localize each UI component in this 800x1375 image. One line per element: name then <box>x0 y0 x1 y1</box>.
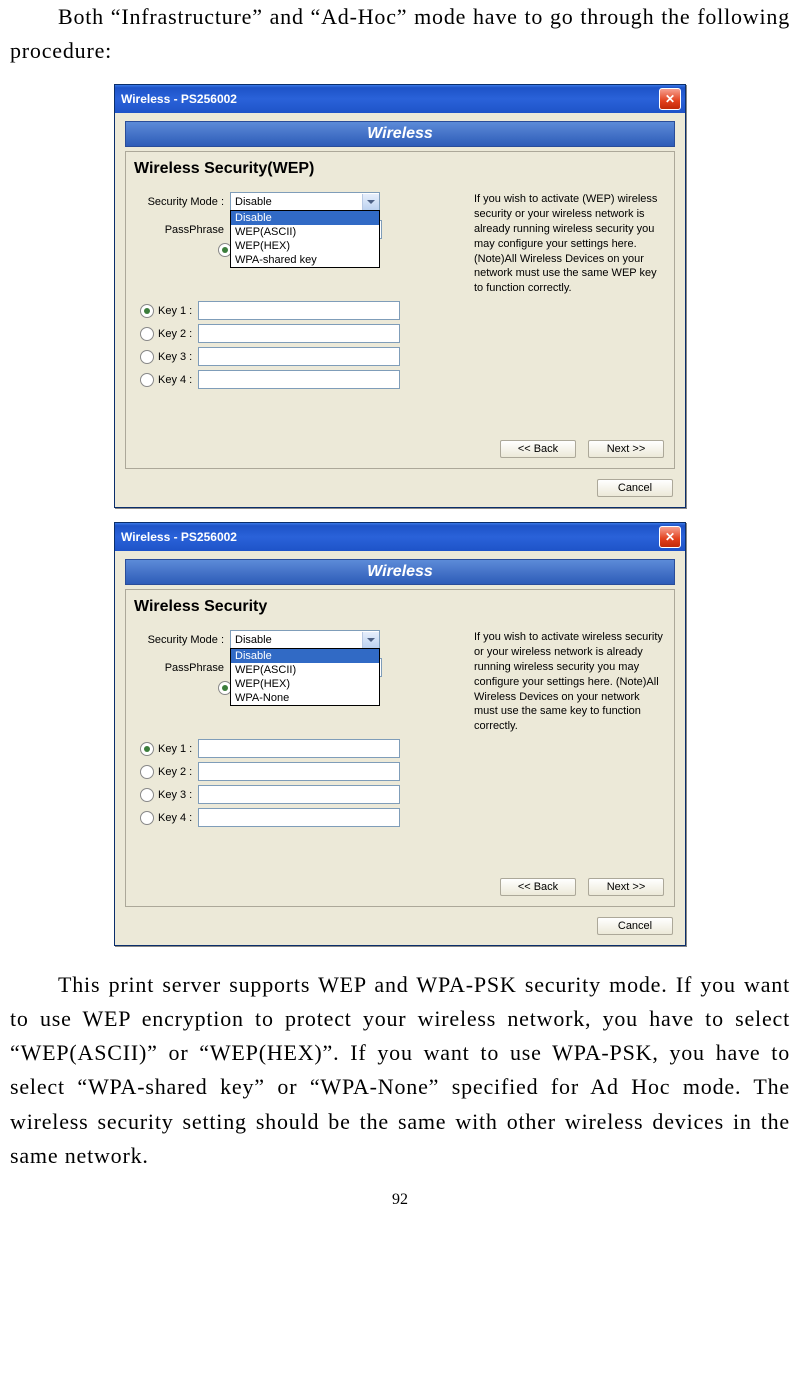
next-button[interactable]: Next >> <box>588 878 664 896</box>
intro-paragraph: Both “Infrastructure” and “Ad-Hoc” mode … <box>10 0 790 68</box>
combo-dropdown: Disable WEP(ASCII) WEP(HEX) WPA-shared k… <box>230 210 380 268</box>
next-button[interactable]: Next >> <box>588 440 664 458</box>
radio-key3[interactable] <box>140 350 154 364</box>
panel: Wireless Security(WEP) Security Mode : D… <box>125 151 675 469</box>
key1-input[interactable] <box>198 739 400 758</box>
banner-wireless: Wireless <box>125 559 675 585</box>
description-text: If you wish to activate (WEP) wireless s… <box>474 192 666 393</box>
chevron-down-icon[interactable] <box>362 632 379 648</box>
close-button[interactable]: ✕ <box>659 526 681 548</box>
key3-input[interactable] <box>198 347 400 366</box>
cancel-button[interactable]: Cancel <box>597 917 673 935</box>
window-title: Wireless - PS256002 <box>121 92 237 106</box>
key2-input[interactable] <box>198 762 400 781</box>
combo-option-wpa-shared[interactable]: WPA-shared key <box>231 253 379 267</box>
key1-label: Key 1 : <box>158 305 192 317</box>
radio-key1[interactable] <box>140 304 154 318</box>
key2-label: Key 2 : <box>158 766 192 778</box>
titlebar[interactable]: Wireless - PS256002 ✕ <box>115 523 685 551</box>
combo-option-wep-ascii[interactable]: WEP(ASCII) <box>231 225 379 239</box>
page-number: 92 <box>10 1191 790 1209</box>
combo-option-wpa-none[interactable]: WPA-None <box>231 691 379 705</box>
key4-label: Key 4 : <box>158 812 192 824</box>
section-title: Wireless Security(WEP) <box>134 160 666 178</box>
combo-option-disable[interactable]: Disable <box>231 211 379 225</box>
key3-input[interactable] <box>198 785 400 804</box>
key1-label: Key 1 : <box>158 743 192 755</box>
close-button[interactable]: ✕ <box>659 88 681 110</box>
close-icon: ✕ <box>665 531 675 543</box>
security-mode-select[interactable]: Disable Disable WEP(ASCII) WEP(HEX) WPA-… <box>230 192 380 212</box>
combo-dropdown: Disable WEP(ASCII) WEP(HEX) WPA-None <box>230 648 380 706</box>
security-mode-label: Security Mode : <box>134 196 230 208</box>
combo-option-wep-hex[interactable]: WEP(HEX) <box>231 239 379 253</box>
key4-input[interactable] <box>198 370 400 389</box>
close-icon: ✕ <box>665 93 675 105</box>
section-title: Wireless Security <box>134 598 666 616</box>
radio-key2[interactable] <box>140 327 154 341</box>
chevron-down-icon[interactable] <box>362 194 379 210</box>
combo-option-disable[interactable]: Disable <box>231 649 379 663</box>
passphrase-label: PassPhrase <box>134 224 230 236</box>
security-mode-label: Security Mode : <box>134 634 230 646</box>
key2-label: Key 2 : <box>158 328 192 340</box>
back-button[interactable]: << Back <box>500 440 576 458</box>
radio-key3[interactable] <box>140 788 154 802</box>
description-text: If you wish to activate wireless securit… <box>474 630 666 831</box>
radio-key2[interactable] <box>140 765 154 779</box>
banner-wireless: Wireless <box>125 121 675 147</box>
radio-key1[interactable] <box>140 742 154 756</box>
outro-paragraph: This print server supports WEP and WPA-P… <box>10 968 790 1173</box>
panel: Wireless Security Security Mode : Disabl… <box>125 589 675 907</box>
key3-label: Key 3 : <box>158 351 192 363</box>
dialog-wep: Wireless - PS256002 ✕ Wireless Wireless … <box>114 84 686 508</box>
combo-value: Disable <box>235 634 272 646</box>
security-mode-select[interactable]: Disable Disable WEP(ASCII) WEP(HEX) WPA-… <box>230 630 380 650</box>
key4-label: Key 4 : <box>158 374 192 386</box>
key1-input[interactable] <box>198 301 400 320</box>
window-title: Wireless - PS256002 <box>121 530 237 544</box>
key2-input[interactable] <box>198 324 400 343</box>
radio-key4[interactable] <box>140 811 154 825</box>
combo-value: Disable <box>235 196 272 208</box>
combo-option-wep-hex[interactable]: WEP(HEX) <box>231 677 379 691</box>
key3-label: Key 3 : <box>158 789 192 801</box>
passphrase-label: PassPhrase <box>134 662 230 674</box>
cancel-button[interactable]: Cancel <box>597 479 673 497</box>
key4-input[interactable] <box>198 808 400 827</box>
titlebar[interactable]: Wireless - PS256002 ✕ <box>115 85 685 113</box>
dialog-wireless-security: Wireless - PS256002 ✕ Wireless Wireless … <box>114 522 686 946</box>
back-button[interactable]: << Back <box>500 878 576 896</box>
radio-key4[interactable] <box>140 373 154 387</box>
combo-option-wep-ascii[interactable]: WEP(ASCII) <box>231 663 379 677</box>
